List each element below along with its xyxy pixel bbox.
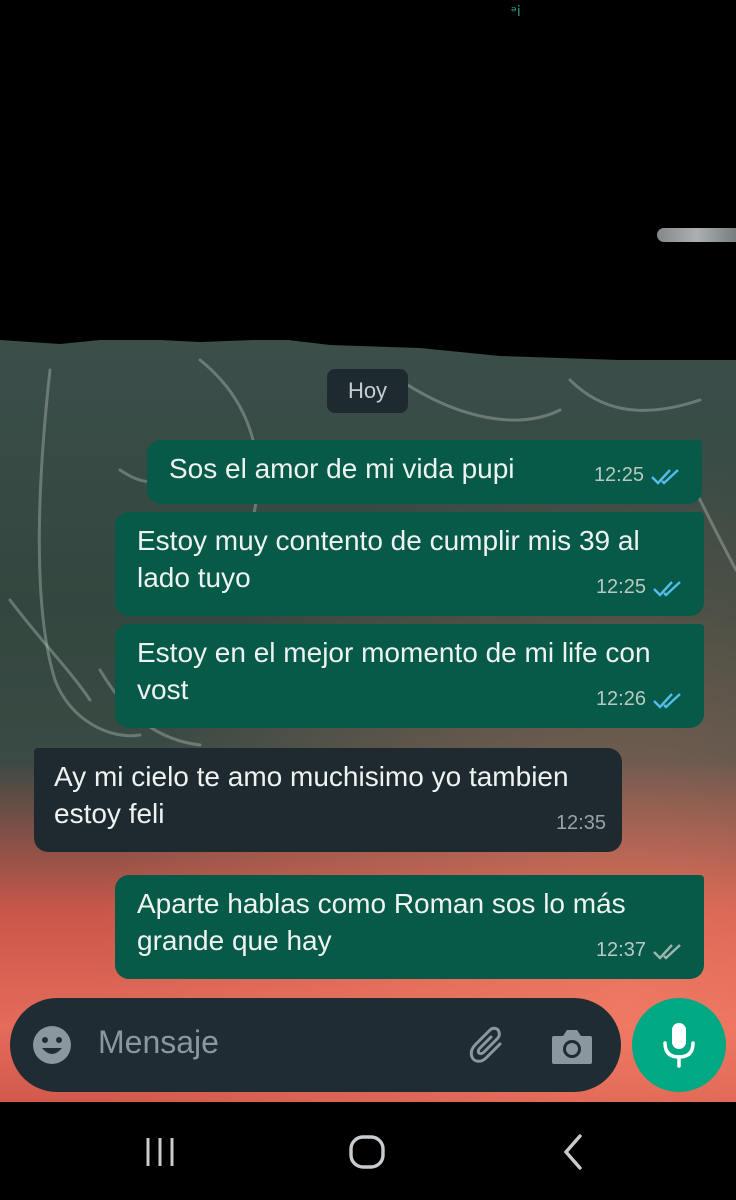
message-text: Estoy muy contento de cumplir mis 39 al … <box>137 525 640 593</box>
message-meta: 12:37 <box>596 932 686 969</box>
camera-icon[interactable] <box>550 1026 594 1066</box>
header-smudge <box>657 228 736 242</box>
message-meta: 12:35 <box>556 805 606 842</box>
voice-message-button[interactable] <box>632 998 726 1092</box>
chat-area[interactable]: Hoy Sos el amor de mi vida pupi 12:25 Es… <box>0 340 736 1102</box>
message-meta: 12:26 <box>596 681 686 718</box>
message-text: Ay mi cielo te amo muchisimo yo tambien … <box>54 761 569 829</box>
message-text: Aparte hablas como Roman sos lo más gran… <box>137 888 626 956</box>
message-text: Estoy en el mejor momento de mi life con… <box>137 637 651 705</box>
back-icon[interactable] <box>552 1130 596 1174</box>
message-time: 12:26 <box>595 688 646 710</box>
status-bar-fragment: ᵊi <box>511 4 521 20</box>
delivered-ticks-icon <box>653 943 681 960</box>
message-time: 12:25 <box>593 464 644 486</box>
message-bubble-outgoing[interactable]: Sos el amor de mi vida pupi 12:25 <box>147 440 702 504</box>
message-meta: 12:25 <box>596 569 686 606</box>
message-time: 12:25 <box>595 576 646 598</box>
system-navigation-bar <box>0 1102 736 1200</box>
message-text: Sos el amor de mi vida pupi <box>169 453 515 484</box>
message-bubble-outgoing[interactable]: Estoy en el mejor momento de mi life con… <box>115 624 704 728</box>
message-time: 12:37 <box>595 939 646 961</box>
microphone-icon <box>663 1023 695 1068</box>
read-ticks-icon <box>653 692 681 709</box>
message-composer[interactable]: Mensaje <box>10 998 621 1092</box>
read-ticks-icon <box>653 580 681 597</box>
redacted-header <box>0 0 736 345</box>
message-bubble-incoming[interactable]: Ay mi cielo te amo muchisimo yo tambien … <box>34 748 622 852</box>
message-meta: 12:25 <box>594 457 684 494</box>
message-bubble-outgoing[interactable]: Aparte hablas como Roman sos lo más gran… <box>115 875 704 979</box>
emoji-icon[interactable] <box>32 1025 72 1065</box>
message-input[interactable]: Mensaje <box>98 1024 219 1061</box>
home-icon[interactable] <box>345 1130 389 1174</box>
recents-icon[interactable] <box>140 1130 184 1174</box>
date-separator: Hoy <box>327 369 408 413</box>
attachment-icon[interactable] <box>466 1024 512 1070</box>
read-ticks-icon <box>651 468 679 485</box>
message-time: 12:35 <box>555 812 606 834</box>
message-bubble-outgoing[interactable]: Estoy muy contento de cumplir mis 39 al … <box>115 512 704 616</box>
